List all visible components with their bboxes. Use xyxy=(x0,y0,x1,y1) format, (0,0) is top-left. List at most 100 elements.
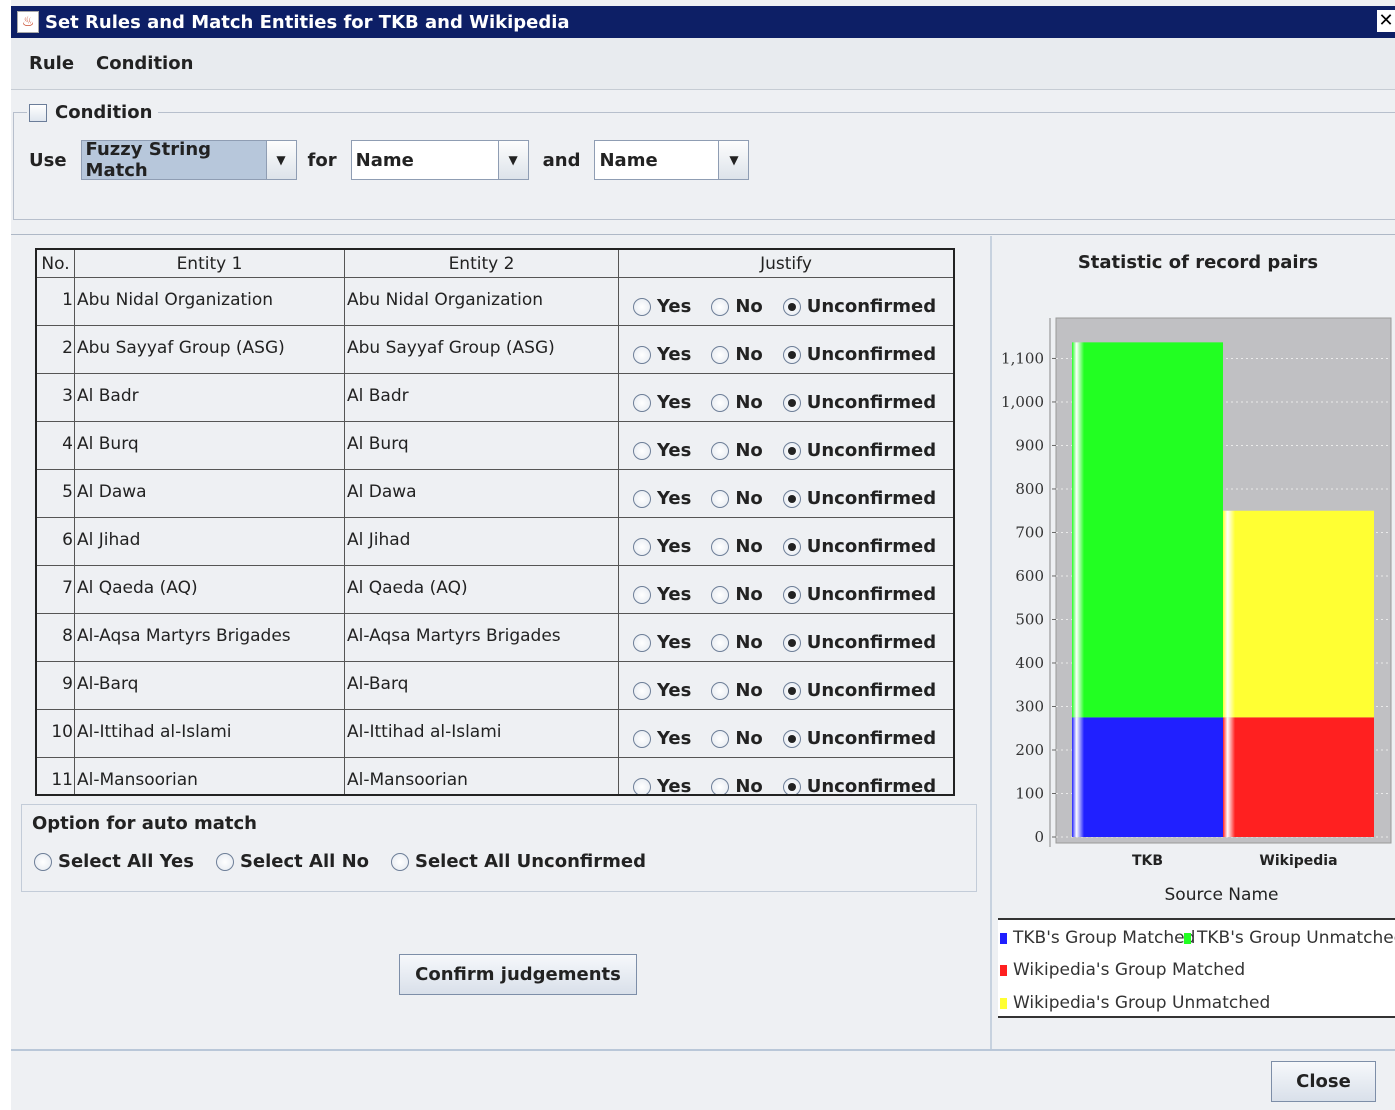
entity1-cell[interactable]: Abu Nidal Organization xyxy=(75,278,345,326)
table-row[interactable]: 10 Al-Ittihad al-Islami Al-Ittihad al-Isla… xyxy=(37,710,953,758)
justify-unconfirmed-radio[interactable]: Unconfirmed xyxy=(782,488,936,509)
column-header-entity2[interactable]: Entity 2 xyxy=(345,250,619,278)
radio-circle-icon[interactable] xyxy=(711,345,730,364)
radio-circle-icon[interactable] xyxy=(782,393,801,412)
radio-circle-icon[interactable] xyxy=(633,345,651,364)
radio-circle-icon[interactable] xyxy=(215,852,234,871)
radio-circle-icon[interactable] xyxy=(782,489,801,508)
radio-circle-icon[interactable] xyxy=(782,297,801,316)
radio-circle-icon[interactable] xyxy=(782,681,801,700)
radio-circle-icon[interactable] xyxy=(633,393,651,412)
entity2-cell[interactable]: Al Badr xyxy=(345,374,619,422)
justify-no-radio[interactable]: No xyxy=(711,536,763,557)
entity2-cell[interactable]: Al-Aqsa Martyrs Brigades xyxy=(345,614,619,662)
window-close-icon[interactable]: ✕ xyxy=(1377,10,1395,32)
radio-circle-icon[interactable] xyxy=(34,852,52,871)
entity1-cell[interactable]: Al-Ittihad al-Islami xyxy=(75,710,345,758)
entity2-cell[interactable]: Al Jihad xyxy=(345,518,619,566)
match-method-select[interactable]: Fuzzy String Match ▼ xyxy=(80,139,297,181)
chevron-down-icon[interactable]: ▼ xyxy=(497,141,528,179)
radio-circle-icon[interactable] xyxy=(711,633,730,652)
table-row[interactable]: 9 Al-Barq Al-Barq Yes No Unconfirmed xyxy=(37,662,953,710)
select-all-unconfirmed-radio[interactable]: Select All Unconfirmed xyxy=(391,851,646,872)
radio-circle-icon[interactable] xyxy=(711,489,730,508)
column-header-no[interactable]: No. xyxy=(37,250,75,278)
justify-unconfirmed-radio[interactable]: Unconfirmed xyxy=(782,776,936,794)
table-row[interactable]: 8 Al-Aqsa Martyrs Brigades Al-Aqsa Martyrs… xyxy=(37,614,953,662)
menu-rule[interactable]: Rule xyxy=(29,53,74,74)
radio-circle-icon[interactable] xyxy=(711,441,730,460)
justify-yes-radio[interactable]: Yes xyxy=(633,680,691,701)
justify-unconfirmed-radio[interactable]: Unconfirmed xyxy=(782,296,936,317)
justify-unconfirmed-radio[interactable]: Unconfirmed xyxy=(782,344,936,365)
justify-yes-radio[interactable]: Yes xyxy=(633,776,691,794)
radio-circle-icon[interactable] xyxy=(711,585,730,604)
justify-no-radio[interactable]: No xyxy=(711,584,763,605)
justify-yes-radio[interactable]: Yes xyxy=(633,488,691,509)
entity2-cell[interactable]: Abu Sayyaf Group (ASG) xyxy=(345,326,619,374)
justify-unconfirmed-radio[interactable]: Unconfirmed xyxy=(782,728,936,749)
close-button[interactable]: Close xyxy=(1271,1061,1376,1102)
entity2-cell[interactable]: Al Dawa xyxy=(345,470,619,518)
justify-no-radio[interactable]: No xyxy=(711,344,763,365)
entity1-cell[interactable]: Al Jihad xyxy=(75,518,345,566)
table-row[interactable]: 1 Abu Nidal Organization Abu Nidal Organiz… xyxy=(37,278,953,326)
justify-unconfirmed-radio[interactable]: Unconfirmed xyxy=(782,584,936,605)
radio-circle-icon[interactable] xyxy=(633,681,651,700)
justify-unconfirmed-radio[interactable]: Unconfirmed xyxy=(782,392,936,413)
chevron-down-icon[interactable]: ▼ xyxy=(265,141,296,179)
justify-yes-radio[interactable]: Yes xyxy=(633,632,691,653)
justify-no-radio[interactable]: No xyxy=(711,680,763,701)
table-row[interactable]: 4 Al Burq Al Burq Yes No Unconfirmed xyxy=(37,422,953,470)
justify-yes-radio[interactable]: Yes xyxy=(633,392,691,413)
panel-divider[interactable] xyxy=(990,236,992,1050)
radio-circle-icon[interactable] xyxy=(711,537,730,556)
justify-no-radio[interactable]: No xyxy=(711,296,763,317)
chevron-down-icon[interactable]: ▼ xyxy=(718,141,749,179)
entity2-cell[interactable]: Al-Barq xyxy=(345,662,619,710)
justify-no-radio[interactable]: No xyxy=(711,488,763,509)
justify-no-radio[interactable]: No xyxy=(711,440,763,461)
confirm-judgements-button[interactable]: Confirm judgements xyxy=(399,954,637,995)
entity1-cell[interactable]: Al Dawa xyxy=(75,470,345,518)
condition-checkbox[interactable] xyxy=(29,103,47,122)
column-header-justify[interactable]: Justify xyxy=(619,250,953,278)
table-row[interactable]: 3 Al Badr Al Badr Yes No Unconfirmed xyxy=(37,374,953,422)
radio-circle-icon[interactable] xyxy=(711,777,730,794)
entity1-cell[interactable]: Al Qaeda (AQ) xyxy=(75,566,345,614)
select-all-no-radio[interactable]: Select All No xyxy=(215,851,369,872)
justify-no-radio[interactable]: No xyxy=(711,776,763,794)
radio-circle-icon[interactable] xyxy=(782,777,801,794)
radio-circle-icon[interactable] xyxy=(711,681,730,700)
radio-circle-icon[interactable] xyxy=(391,852,409,871)
radio-circle-icon[interactable] xyxy=(633,777,651,794)
radio-circle-icon[interactable] xyxy=(782,729,801,748)
select-all-yes-radio[interactable]: Select All Yes xyxy=(34,851,194,872)
field2-select[interactable]: Name ▼ xyxy=(594,140,750,180)
justify-yes-radio[interactable]: Yes xyxy=(633,440,691,461)
justify-unconfirmed-radio[interactable]: Unconfirmed xyxy=(782,440,936,461)
entity2-cell[interactable]: Al Burq xyxy=(345,422,619,470)
entity1-cell[interactable]: Al-Barq xyxy=(75,662,345,710)
justify-yes-radio[interactable]: Yes xyxy=(633,728,691,749)
radio-circle-icon[interactable] xyxy=(633,297,651,316)
entity1-cell[interactable]: Al-Aqsa Martyrs Brigades xyxy=(75,614,345,662)
radio-circle-icon[interactable] xyxy=(782,585,801,604)
radio-circle-icon[interactable] xyxy=(633,729,651,748)
entity1-cell[interactable]: Al Badr xyxy=(75,374,345,422)
justify-no-radio[interactable]: No xyxy=(711,392,763,413)
table-row[interactable]: 5 Al Dawa Al Dawa Yes No Unconfirmed xyxy=(37,470,953,518)
table-row[interactable]: 2 Abu Sayyaf Group (ASG) Abu Sayyaf Group … xyxy=(37,326,953,374)
justify-yes-radio[interactable]: Yes xyxy=(633,344,691,365)
justify-no-radio[interactable]: No xyxy=(711,632,763,653)
table-row[interactable]: 6 Al Jihad Al Jihad Yes No Unconfirmed xyxy=(37,518,953,566)
radio-circle-icon[interactable] xyxy=(633,441,651,460)
justify-unconfirmed-radio[interactable]: Unconfirmed xyxy=(782,632,936,653)
radio-circle-icon[interactable] xyxy=(782,633,801,652)
radio-circle-icon[interactable] xyxy=(711,393,730,412)
table-row[interactable]: 11 Al-Mansoorian Al-Mansoorian Yes No Unconfi… xyxy=(37,758,953,794)
entity1-cell[interactable]: Abu Sayyaf Group (ASG) xyxy=(75,326,345,374)
entity2-cell[interactable]: Al-Ittihad al-Islami xyxy=(345,710,619,758)
justify-unconfirmed-radio[interactable]: Unconfirmed xyxy=(782,536,936,557)
radio-circle-icon[interactable] xyxy=(782,537,801,556)
